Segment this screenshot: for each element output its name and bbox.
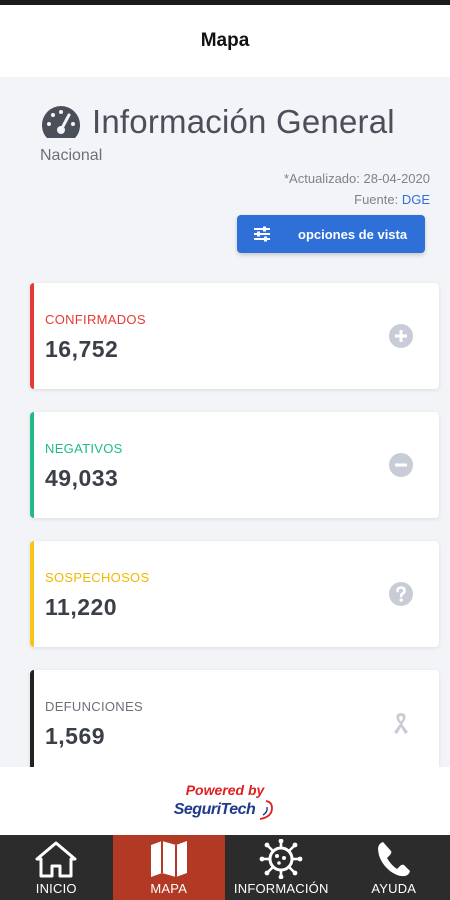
card-label: CONFIRMADOS — [45, 312, 146, 327]
info-title: Información General — [92, 103, 395, 140]
card-label: DEFUNCIONES — [45, 699, 143, 714]
logo-swirl-icon — [260, 799, 274, 820]
tab-label: AYUDA — [371, 881, 417, 896]
home-icon — [35, 841, 77, 878]
card-accent-bar — [30, 412, 34, 518]
map-icon — [150, 841, 187, 877]
seguritech-logo: SeguriTech — [174, 799, 277, 821]
updated-date: *Actualizado: 28-04-2020 — [284, 171, 430, 186]
dashboard-gauge-icon — [42, 106, 80, 138]
virus-icon — [259, 839, 303, 879]
card-defunciones[interactable]: DEFUNCIONES 1,569 — [30, 670, 439, 767]
section-heading: Información General — [40, 103, 395, 141]
tab-label: INICIO — [35, 881, 77, 896]
tab-informacion[interactable]: INFORMACIÓN — [225, 835, 338, 900]
question-circle-icon[interactable] — [389, 582, 413, 606]
page-title: Mapa — [200, 30, 250, 51]
source-line: Fuente: DGE — [354, 192, 430, 207]
card-label: NEGATIVOS — [45, 441, 123, 456]
sliders-icon — [254, 226, 270, 242]
source-label: Fuente: — [354, 192, 402, 207]
card-sospechosos[interactable]: SOSPECHOSOS 11,220 — [30, 541, 439, 647]
tab-label: MAPA — [150, 881, 188, 896]
minus-circle-icon[interactable] — [389, 453, 413, 477]
bottom-tab-bar: INICIO MAPA INFORMACIÓN AYUDA — [0, 835, 450, 900]
card-value: 49,033 — [45, 465, 119, 491]
plus-circle-icon[interactable] — [389, 324, 413, 348]
card-confirmados[interactable]: CONFIRMADOS 16,752 — [30, 283, 439, 389]
brand-name: SeguriTech — [173, 800, 256, 818]
powered-by-footer: Powered by SeguriTech — [0, 767, 450, 835]
ribbon-icon[interactable] — [389, 711, 413, 735]
info-subtitle: Nacional — [40, 147, 103, 164]
card-accent-bar — [30, 283, 34, 389]
view-options-button[interactable]: opciones de vista — [237, 215, 425, 253]
tab-mapa[interactable]: MAPA — [112, 835, 225, 900]
tab-ayuda[interactable]: AYUDA — [338, 835, 450, 900]
main-content[interactable]: Información General Nacional *Actualizad… — [0, 77, 450, 767]
card-accent-bar — [30, 670, 34, 767]
card-label: SOSPECHOSOS — [45, 570, 150, 585]
source-link[interactable]: DGE — [402, 192, 430, 207]
tab-label: INFORMACIÓN — [233, 881, 329, 896]
card-value: 1,569 — [45, 723, 106, 749]
card-value: 16,752 — [45, 336, 119, 362]
card-value: 11,220 — [45, 594, 118, 620]
card-negativos[interactable]: NEGATIVOS 49,033 — [30, 412, 439, 518]
powered-by-label: Powered by — [185, 781, 265, 798]
card-accent-bar — [30, 541, 34, 647]
view-options-label: opciones de vista — [298, 226, 408, 242]
tab-inicio[interactable]: INICIO — [0, 835, 113, 900]
phone-icon — [377, 842, 410, 877]
app-header: Mapa — [0, 5, 450, 77]
